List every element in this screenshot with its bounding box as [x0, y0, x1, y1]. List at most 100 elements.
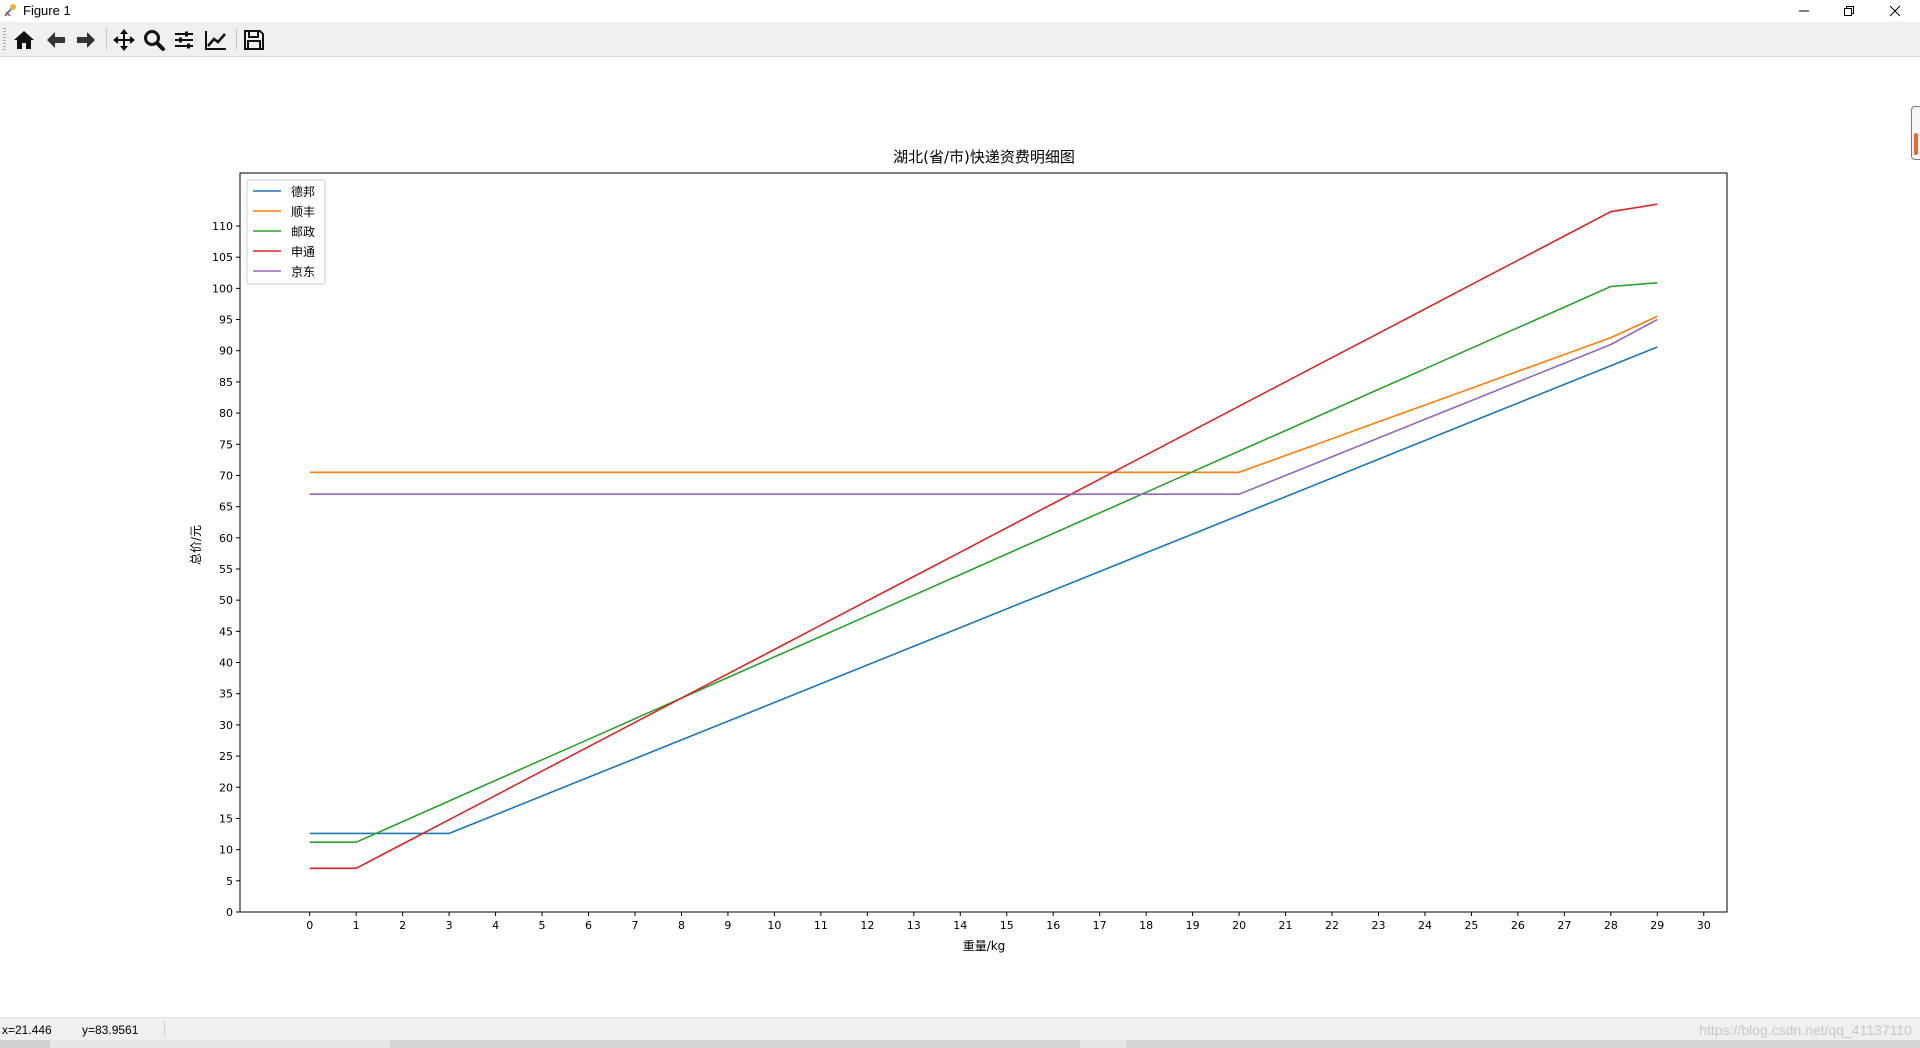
y-tick-label: 20 — [219, 781, 233, 794]
subplots-button[interactable] — [170, 27, 198, 53]
figure-canvas[interactable]: 0 1 2 3 4 5 6 7 8 9 10 11 12 13 14 15 16 17 18 19 20 21 22 23 24… — [0, 57, 1920, 1017]
pan-icon — [113, 29, 135, 51]
y-tick-label: 95 — [219, 314, 233, 327]
series-line-1 — [309, 315, 1658, 474]
x-tick-label: 11 — [814, 919, 828, 932]
edit-axis-icon — [205, 31, 226, 50]
x-tick-label: 9 — [724, 919, 731, 932]
x-tick-label: 28 — [1604, 919, 1618, 932]
subplots-icon — [175, 31, 193, 49]
y-tick-label: 70 — [219, 469, 233, 482]
x-tick-label: 2 — [399, 919, 406, 932]
x-tick-label: 20 — [1232, 919, 1246, 932]
legend-label: 京东 — [291, 265, 315, 279]
chart-svg: 0 1 2 3 4 5 6 7 8 9 10 11 12 13 14 15 16 17 18 19 20 21 22 23 24… — [189, 148, 1728, 953]
x-axis-label: 重量/kg — [963, 939, 1006, 953]
toolbar-grip — [3, 28, 6, 50]
x-tick-label: 18 — [1139, 919, 1153, 932]
bottom-strip — [0, 1040, 1920, 1048]
minimize-button[interactable] — [1781, 0, 1827, 22]
x-tick-label: 6 — [585, 919, 592, 932]
x-tick-label: 13 — [907, 919, 921, 932]
x-tick-label: 25 — [1464, 919, 1478, 932]
y-tick-label: 85 — [219, 376, 233, 389]
watermark: https://blog.csdn.net/qq_41137110 — [1699, 1022, 1912, 1038]
x-tick-label: 10 — [767, 919, 781, 932]
series-line-4 — [309, 318, 1658, 496]
restore-button[interactable] — [1826, 0, 1872, 22]
axes-layer: 0 1 2 3 4 5 6 7 8 9 10 11 12 13 14 15 16 17 18 19 20 21 22 23 24… — [212, 172, 1728, 932]
y-tick-label: 110 — [212, 220, 233, 233]
y-tick-label: 15 — [219, 812, 233, 825]
status-separator — [164, 1021, 165, 1037]
y-tick-label: 105 — [212, 251, 233, 264]
back-icon — [47, 32, 65, 48]
scroll-indicator-fill — [1914, 133, 1918, 155]
y-axis-label: 总价/元 — [189, 525, 203, 565]
home-icon — [14, 31, 34, 49]
save-button[interactable] — [240, 27, 268, 53]
x-tick-label: 17 — [1093, 919, 1107, 932]
edit-axis-button[interactable] — [202, 27, 230, 53]
x-tick-label: 27 — [1557, 919, 1571, 932]
cursor-x-readout: x=21.446 — [2, 1023, 52, 1037]
window-title-bar: Figure 1 — [0, 0, 1920, 22]
y-tick-label: 80 — [219, 407, 233, 420]
x-tick-label: 26 — [1511, 919, 1525, 932]
y-tick-label: 25 — [219, 750, 233, 763]
legend: 德邦顺丰邮政申通京东 — [246, 179, 326, 285]
x-tick-label: 24 — [1418, 919, 1432, 932]
x-tick-label: 22 — [1325, 919, 1339, 932]
home-button[interactable] — [10, 27, 38, 53]
close-button[interactable] — [1872, 0, 1918, 22]
plot-frame — [239, 172, 1728, 913]
x-tick-label: 30 — [1697, 919, 1711, 932]
y-tick-label: 100 — [212, 282, 233, 295]
x-tick-label: 29 — [1650, 919, 1664, 932]
minimize-icon — [1799, 10, 1809, 12]
forward-icon — [77, 32, 95, 48]
back-button[interactable] — [42, 27, 70, 53]
app-icon — [4, 4, 16, 17]
x-tick-label: 16 — [1046, 919, 1060, 932]
series-line-0 — [309, 346, 1658, 835]
y-tick-label: 90 — [219, 345, 233, 358]
x-tick-label: 5 — [539, 919, 546, 932]
y-tick-label: 40 — [219, 657, 233, 670]
toolbar-separator — [106, 28, 107, 50]
save-icon — [244, 30, 264, 50]
legend-label: 德邦 — [291, 184, 315, 199]
x-tick-label: 15 — [1000, 919, 1014, 932]
x-tick-label: 12 — [860, 919, 874, 932]
legend-label: 申通 — [291, 245, 315, 259]
status-bar: x=21.446 y=83.9561 https://blog.csdn.net… — [0, 1017, 1920, 1040]
x-tick-label: 21 — [1279, 919, 1293, 932]
x-tick-label: 19 — [1186, 919, 1200, 932]
toolbar-separator — [236, 28, 237, 50]
y-tick-label: 5 — [226, 875, 233, 888]
scroll-indicator[interactable] — [1911, 106, 1920, 160]
x-tick-label: 4 — [492, 919, 499, 932]
navigation-toolbar — [0, 22, 1920, 57]
chart-title: 湖北(省/市)快递资费明细图 — [893, 148, 1075, 166]
y-tick-label: 60 — [219, 532, 233, 545]
y-tick-label: 30 — [219, 719, 233, 732]
close-icon — [1889, 5, 1901, 17]
y-tick-label: 10 — [219, 844, 233, 857]
zoom-button[interactable] — [140, 27, 168, 53]
x-tick-label: 23 — [1371, 919, 1385, 932]
x-tick-label: 14 — [953, 919, 967, 932]
x-tick-label: 7 — [631, 919, 638, 932]
x-tick-label: 8 — [678, 919, 685, 932]
cursor-y-readout: y=83.9561 — [82, 1023, 139, 1037]
restore-icon — [1844, 6, 1854, 16]
y-tick-label: 50 — [219, 594, 233, 607]
legend-label: 邮政 — [291, 225, 315, 239]
y-tick-label: 45 — [219, 625, 233, 638]
pan-button[interactable] — [110, 27, 138, 53]
forward-button[interactable] — [72, 27, 100, 53]
y-tick-label: 65 — [219, 501, 233, 514]
y-tick-label: 35 — [219, 688, 233, 701]
y-tick-label: 75 — [219, 438, 233, 451]
x-tick-label: 1 — [353, 919, 360, 932]
